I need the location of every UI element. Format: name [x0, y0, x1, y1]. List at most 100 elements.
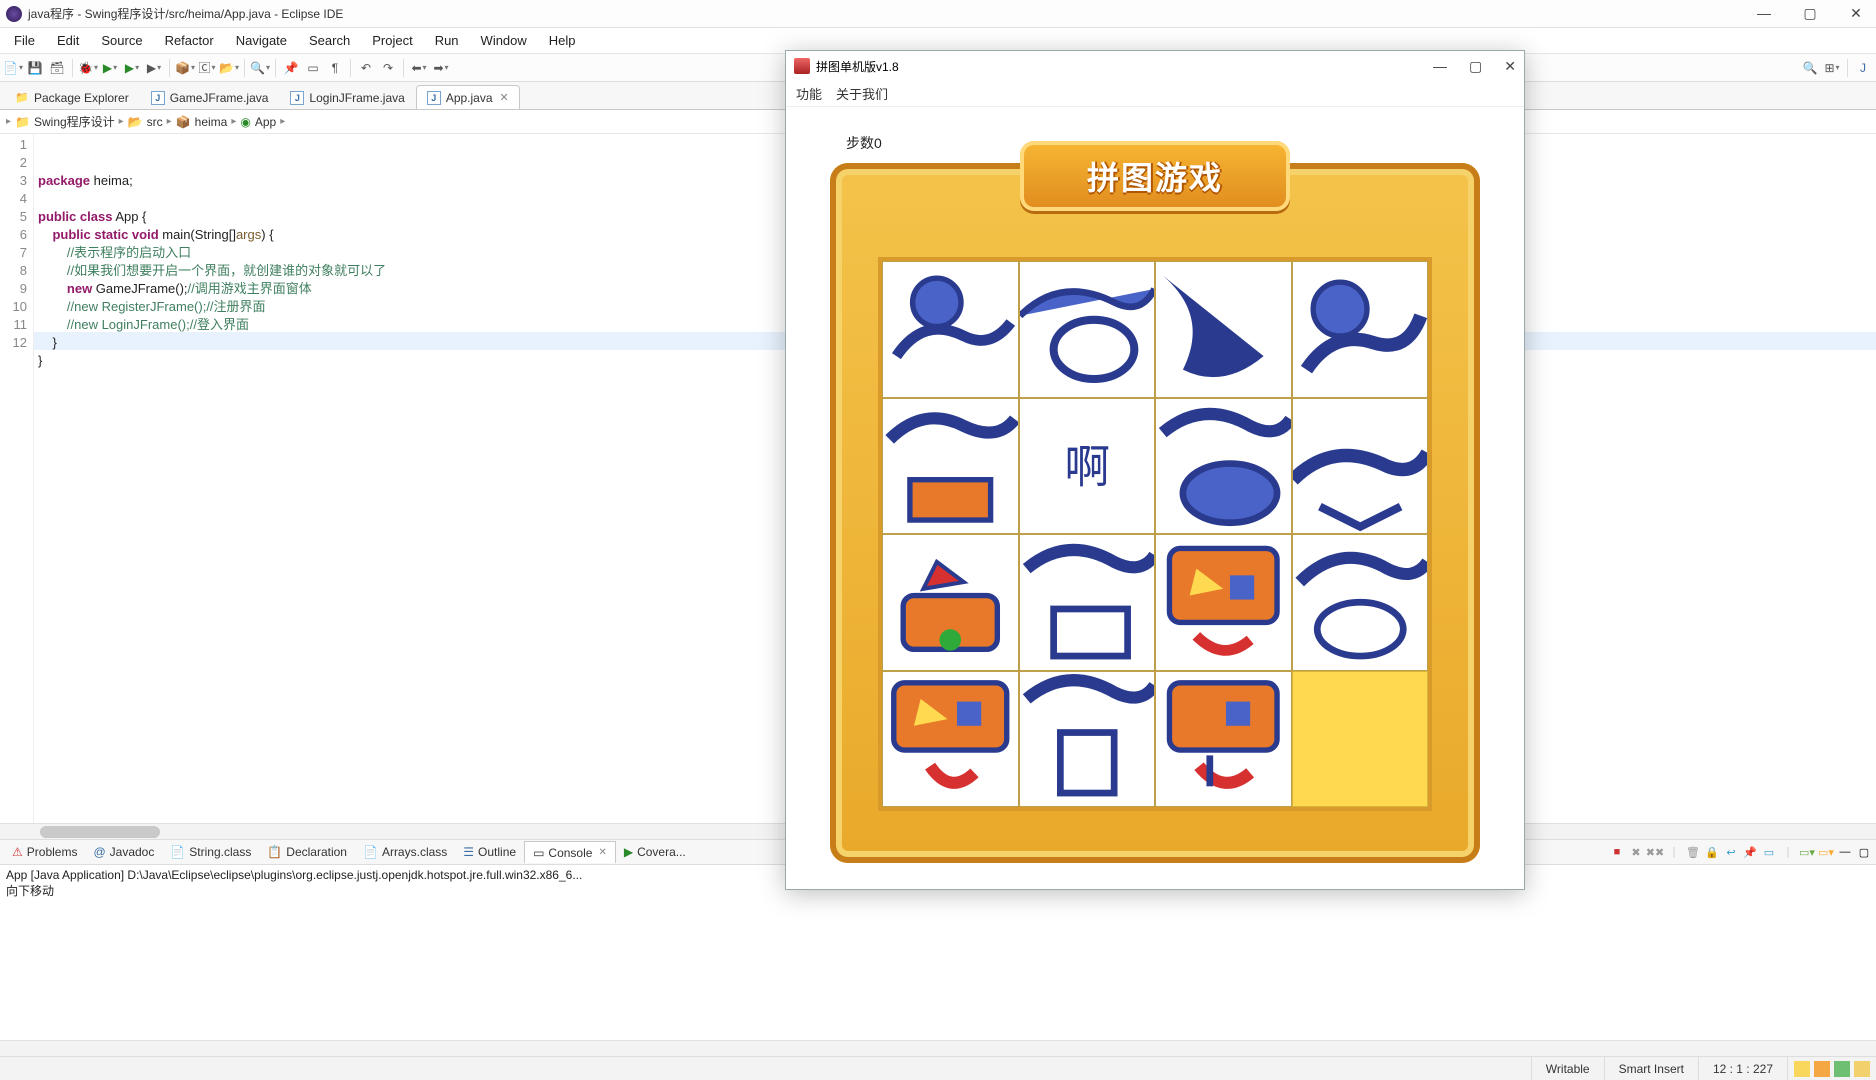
tab-problems[interactable]: ⚠Problems [4, 841, 85, 863]
breadcrumb-src[interactable]: src [147, 115, 163, 129]
puzzle-tile[interactable] [1292, 534, 1429, 671]
puzzle-tile[interactable] [1019, 534, 1156, 671]
chevron-right-icon: ▸ [167, 116, 172, 127]
next-annotation-button[interactable]: ↷ [379, 59, 397, 77]
tab-outline[interactable]: ☰Outline [455, 841, 524, 863]
menu-source[interactable]: Source [91, 30, 152, 51]
menu-project[interactable]: Project [362, 30, 422, 51]
line-gutter: 1 2 3 4 5 6 7 8 9 10 11 12 [0, 134, 34, 823]
new-button[interactable]: 📄 [4, 59, 22, 77]
status-icon[interactable] [1814, 1061, 1830, 1077]
prev-annotation-button[interactable]: ↶ [357, 59, 375, 77]
search-icon[interactable]: 🔍 [1801, 59, 1819, 77]
search-button[interactable]: 🔍 [251, 59, 269, 77]
game-menu-about[interactable]: 关于我们 [836, 84, 888, 103]
run-last-button[interactable]: ▶ [145, 59, 163, 77]
open-type-button[interactable]: 📂 [220, 59, 238, 77]
puzzle-empty-slot[interactable] [1292, 671, 1429, 808]
debug-button[interactable]: 🐞 [79, 59, 97, 77]
status-icon[interactable] [1854, 1061, 1870, 1077]
tab-arrays-class[interactable]: 📄Arrays.class [355, 841, 455, 863]
minimize-view-icon[interactable]: — [1837, 844, 1853, 860]
forward-button[interactable]: ➡ [432, 59, 450, 77]
save-all-button[interactable]: 🗃 [48, 59, 66, 77]
new-console-icon[interactable]: ▭▾ [1818, 844, 1834, 860]
tab-string-class[interactable]: 📄String.class [162, 841, 259, 863]
toggle-block-button[interactable]: ▭ [304, 59, 322, 77]
game-menu-function[interactable]: 功能 [796, 84, 822, 103]
menu-navigate[interactable]: Navigate [226, 30, 297, 51]
console-scrollbar[interactable] [0, 1040, 1876, 1056]
breadcrumb-class[interactable]: App [255, 115, 276, 129]
puzzle-tile[interactable]: 啊 [1019, 398, 1156, 535]
back-button[interactable]: ⬅ [410, 59, 428, 77]
breadcrumb-project[interactable]: Swing程序设计 [34, 113, 115, 130]
clear-console-icon[interactable]: 🗑 [1685, 844, 1701, 860]
menu-window[interactable]: Window [471, 30, 537, 51]
sep: | [1780, 844, 1796, 860]
puzzle-tile[interactable] [882, 534, 1019, 671]
menu-file[interactable]: File [4, 30, 45, 51]
java-perspective-icon[interactable]: J [1854, 59, 1872, 77]
menu-refactor[interactable]: Refactor [155, 30, 224, 51]
puzzle-tile[interactable] [882, 398, 1019, 535]
save-button[interactable]: 💾 [26, 59, 44, 77]
game-close-button[interactable]: ✕ [1504, 58, 1516, 75]
menu-run[interactable]: Run [425, 30, 469, 51]
new-package-button[interactable]: 📦 [176, 59, 194, 77]
scroll-lock-icon[interactable]: 🔒 [1704, 844, 1720, 860]
console-output[interactable]: App [Java Application] D:\Java\Eclipse\e… [0, 865, 1876, 1040]
open-console-icon[interactable]: ▭▾ [1799, 844, 1815, 860]
coverage-button[interactable]: ▶ [123, 59, 141, 77]
maximize-button[interactable]: ▢ [1796, 5, 1824, 22]
status-icon[interactable] [1794, 1061, 1810, 1077]
src-folder-icon: 📂 [128, 115, 143, 129]
run-button[interactable]: ▶ [101, 59, 119, 77]
close-button[interactable]: ✕ [1842, 5, 1870, 22]
pin-console-icon[interactable]: 📌 [1742, 844, 1758, 860]
status-icon[interactable] [1834, 1061, 1850, 1077]
game-menubar: 功能 关于我们 [786, 81, 1524, 107]
breadcrumb-package[interactable]: heima [195, 115, 228, 129]
remove-launch-icon[interactable]: ✖ [1628, 844, 1644, 860]
tab-package-explorer[interactable]: 📁 Package Explorer [4, 85, 140, 109]
java-file-icon: J [151, 91, 165, 105]
separator [72, 59, 73, 77]
game-title: 拼图单机版v1.8 [816, 58, 899, 75]
display-console-icon[interactable]: ▭ [1761, 844, 1777, 860]
open-perspective-button[interactable]: ⊞ [1823, 59, 1841, 77]
new-class-button[interactable]: 🄲 [198, 59, 216, 77]
menu-edit[interactable]: Edit [47, 30, 89, 51]
show-whitespace-button[interactable]: ¶ [326, 59, 344, 77]
maximize-view-icon[interactable]: ▢ [1856, 844, 1872, 860]
puzzle-tile[interactable] [1155, 398, 1292, 535]
minimize-button[interactable]: — [1750, 5, 1778, 22]
puzzle-tile[interactable] [882, 671, 1019, 808]
scrollbar-thumb[interactable] [40, 826, 160, 838]
close-tab-icon[interactable]: ✕ [598, 847, 606, 858]
tab-loginjframe[interactable]: J LoginJFrame.java [279, 85, 415, 109]
remove-all-icon[interactable]: ✖✖ [1647, 844, 1663, 860]
word-wrap-icon[interactable]: ↩ [1723, 844, 1739, 860]
game-maximize-button[interactable]: ▢ [1469, 58, 1482, 75]
close-tab-icon[interactable]: ✕ [500, 91, 509, 104]
puzzle-tile[interactable] [1019, 671, 1156, 808]
game-minimize-button[interactable]: — [1433, 58, 1447, 75]
separator [275, 59, 276, 77]
tab-console[interactable]: ▭Console✕ [524, 841, 616, 863]
tab-coverage[interactable]: ▶Covera... [616, 841, 694, 863]
tab-declaration[interactable]: 📋Declaration [259, 841, 355, 863]
tab-javadoc[interactable]: @Javadoc [85, 841, 162, 863]
line-number: 11 [0, 316, 27, 334]
tab-gamejframe[interactable]: J GameJFrame.java [140, 85, 280, 109]
package-icon: 📁 [15, 91, 29, 105]
separator [169, 59, 170, 77]
tab-app[interactable]: J App.java ✕ [416, 85, 520, 109]
terminate-icon[interactable]: ■ [1609, 844, 1625, 860]
puzzle-tile[interactable] [1292, 398, 1429, 535]
menu-help[interactable]: Help [539, 30, 586, 51]
puzzle-tile[interactable] [1155, 671, 1292, 808]
toggle-mark-button[interactable]: 📌 [282, 59, 300, 77]
puzzle-tile[interactable] [1155, 534, 1292, 671]
menu-search[interactable]: Search [299, 30, 360, 51]
